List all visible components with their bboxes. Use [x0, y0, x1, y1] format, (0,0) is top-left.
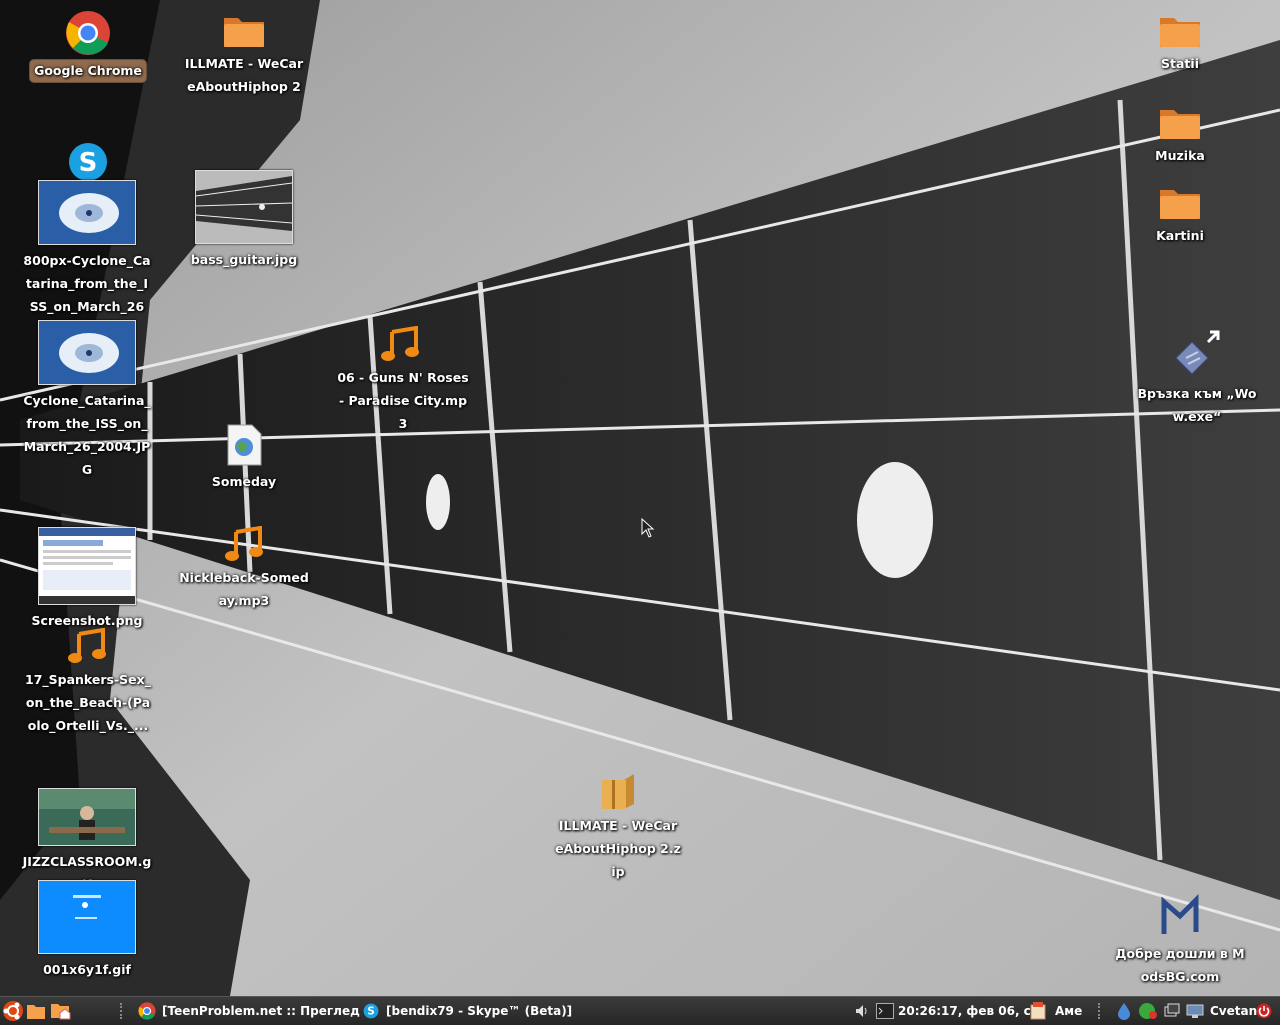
- desktop-icon-label: 06 - Guns N' Roses - Paradise City.mp3: [337, 370, 469, 431]
- music-note-icon: [380, 325, 420, 362]
- user-name: Cvetan: [1210, 1004, 1258, 1018]
- image-thumbnail: [38, 527, 136, 605]
- terminal-launcher[interactable]: [876, 997, 894, 1025]
- desktop-icon-label: Google Chrome: [30, 60, 146, 82]
- desktop-icon-illmate-zip[interactable]: ILLMATE - WeCareAboutHiphop 2.zip: [553, 772, 683, 883]
- desktop-icon-skype[interactable]: S: [23, 142, 153, 182]
- music-note-icon: [67, 627, 107, 664]
- desktop-icon-label: Muzika: [1155, 148, 1205, 163]
- desktop-icon-guns-roses[interactable]: 06 - Guns N' Roses - Paradise City.mp3: [335, 325, 469, 435]
- image-thumbnail: [38, 788, 136, 846]
- desktop-icon-label: 17_Spankers-Sex_on_the_Beach-(Paolo_Orte…: [25, 672, 151, 733]
- skype-status-icon: [1139, 1003, 1157, 1019]
- desktop-icon-label: ILLMATE - WeCareAboutHiphop 2: [184, 56, 304, 94]
- home-folder-launcher[interactable]: [50, 997, 72, 1025]
- power-icon: [1256, 1003, 1272, 1019]
- volume-button[interactable]: [854, 997, 870, 1025]
- shutdown-button[interactable]: [1256, 997, 1272, 1025]
- desktop-icon-illmate-folder[interactable]: ILLMATE - WeCareAboutHiphop 2: [179, 14, 309, 98]
- mouse-cursor-icon: [641, 517, 655, 542]
- water-drop-icon: [1118, 1003, 1130, 1020]
- desktop-icon-label: Nickleback-Someday.mp3: [179, 570, 309, 608]
- speaker-icon: [856, 1005, 867, 1017]
- keyboard-layout-text: Аме: [1055, 1004, 1083, 1018]
- web-file-icon: [226, 424, 262, 466]
- user-menu[interactable]: Cvetan: [1210, 997, 1257, 1025]
- skype-tray[interactable]: [1138, 997, 1158, 1025]
- desktop-icon-spankers[interactable]: 17_Spankers-Sex_on_the_Beach-(Paolo_Orte…: [22, 627, 152, 737]
- skype-icon: S: [65, 142, 111, 182]
- task-label: [TeenProblem.net :: Преглед ...: [162, 1004, 378, 1018]
- desktop-icon-cyclone-1[interactable]: 800px-Cyclone_Catarina_from_the_ISS_on_M…: [22, 180, 152, 341]
- notes-icon: [1030, 1002, 1046, 1020]
- desktop-icon-label: Cyclone_Catarina_from_the_ISS_on_March_2…: [23, 393, 151, 477]
- clock-text: 20:26:17, фев 06, сб: [898, 1004, 1040, 1018]
- desktop-icon-screenshot[interactable]: Screenshot.png: [22, 527, 152, 632]
- desktop-icon-label: Someday: [211, 474, 277, 489]
- folder-icon: [1159, 186, 1201, 220]
- task-label: [bendix79 - Skype™ (Beta)]: [386, 1004, 573, 1018]
- keyboard-layout-indicator[interactable]: Аме: [1055, 997, 1082, 1025]
- desktop-icon-wow-shortcut[interactable]: Връзка към „Wow.exe“: [1132, 328, 1262, 428]
- executable-shortcut-icon: [1172, 328, 1222, 378]
- desktop-icon-label: Добре дошли в ModsBG.com: [1115, 946, 1245, 984]
- svg-text:S: S: [367, 1007, 374, 1018]
- desktop-icon: [1186, 1004, 1204, 1018]
- desktop-icon-label: Statii: [1161, 56, 1199, 71]
- desktop-icon-kartini[interactable]: Kartini: [1115, 186, 1245, 247]
- image-thumbnail: [195, 170, 293, 244]
- desktop-icon-label: Kartini: [1156, 228, 1204, 243]
- drop-applet[interactable]: [1116, 997, 1132, 1025]
- folder-icon: [223, 14, 265, 48]
- image-thumbnail: [38, 320, 136, 385]
- task-button-chrome[interactable]: [TeenProblem.net :: Преглед ...: [138, 997, 384, 1025]
- desktop-icon-statii[interactable]: Statii: [1115, 14, 1245, 75]
- window-list-button[interactable]: [1164, 997, 1180, 1025]
- desktop-icon-someday[interactable]: Someday: [179, 424, 309, 493]
- image-thumbnail: [38, 880, 136, 954]
- folder-icon: [27, 1005, 45, 1019]
- desktop-icon-muzika[interactable]: Muzika: [1115, 106, 1245, 167]
- music-note-icon: [224, 525, 264, 562]
- taskbar-separator: [1098, 997, 1102, 1025]
- desktop-icon-google-chrome[interactable]: Google Chrome: [23, 10, 153, 82]
- desktop-icon-label: ILLMATE - WeCareAboutHiphop 2.zip: [555, 818, 681, 879]
- taskbar-separator: [120, 997, 124, 1025]
- chrome-icon: [65, 10, 111, 56]
- main-menu-button[interactable]: [2, 997, 24, 1025]
- file-manager-launcher[interactable]: [26, 997, 46, 1025]
- desktop-icon-label: bass_guitar.jpg: [190, 252, 298, 267]
- windows-icon: [1164, 1003, 1180, 1017]
- task-button-skype[interactable]: S [bendix79 - Skype™ (Beta)]: [362, 997, 578, 1025]
- desktop-icon-bass-guitar[interactable]: bass_guitar.jpg: [179, 170, 309, 271]
- notes-applet[interactable]: [1030, 997, 1046, 1025]
- desktop-icon-modsbg[interactable]: Добре дошли в ModsBG.com: [1115, 892, 1245, 988]
- svg-text:S: S: [79, 148, 98, 178]
- image-thumbnail: [38, 180, 136, 245]
- taskbar: [TeenProblem.net :: Преглед ... S [bendi…: [0, 996, 1280, 1025]
- desktop-icon-001x6y1f[interactable]: 001x6y1f.gif: [22, 880, 152, 981]
- desktop-icon-nickleback[interactable]: Nickleback-Someday.mp3: [179, 525, 309, 612]
- desktop-icon-label: Връзка към „Wow.exe“: [1137, 386, 1257, 424]
- modsbg-logo-icon: [1158, 892, 1202, 938]
- clock[interactable]: 20:26:17, фев 06, сб: [898, 997, 1039, 1025]
- ubuntu-logo-icon: [3, 1001, 23, 1021]
- archive-icon: [600, 772, 636, 810]
- skype-icon: S: [363, 1003, 379, 1019]
- folder-icon: [1159, 14, 1201, 48]
- chrome-icon: [138, 1002, 156, 1020]
- terminal-icon: [876, 1003, 894, 1019]
- show-desktop-button[interactable]: [1186, 997, 1204, 1025]
- desktop-icon-cyclone-2[interactable]: Cyclone_Catarina_from_the_ISS_on_March_2…: [22, 320, 152, 481]
- home-folder-icon: [51, 1004, 71, 1020]
- desktop-icon-label: 001x6y1f.gif: [43, 962, 131, 977]
- folder-icon: [1159, 106, 1201, 140]
